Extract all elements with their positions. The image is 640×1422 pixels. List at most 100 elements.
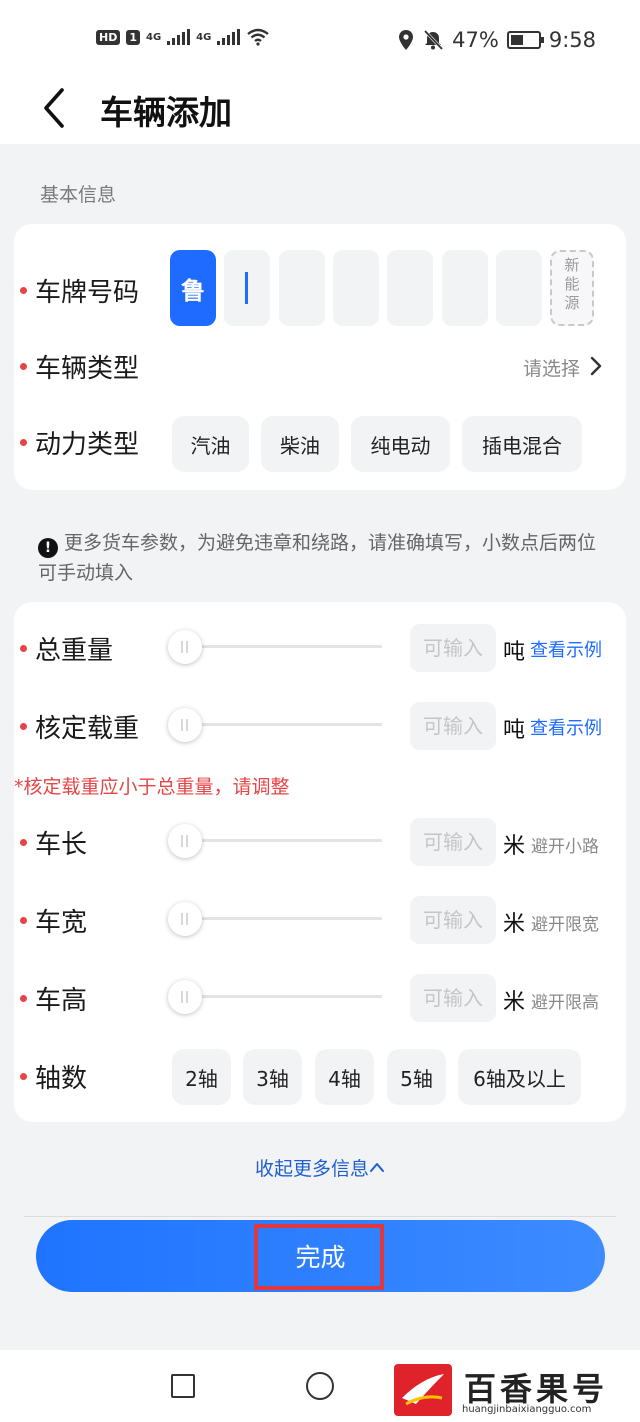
width-hint: 避开限宽: [531, 915, 599, 935]
required-dot: [20, 363, 27, 370]
vehicle-type-label: 车辆类型: [20, 348, 139, 385]
plate-province-text: 鲁: [181, 276, 205, 305]
collapse-more-info-link[interactable]: 收起更多信息: [0, 1154, 640, 1181]
mute-bell-icon: [424, 29, 444, 51]
plate-label-text: 车牌号码: [35, 278, 140, 308]
power-option-plugin-hybrid[interactable]: 插电混合: [462, 416, 582, 472]
plate-new-energy-slot[interactable]: 新能源: [550, 250, 594, 326]
wifi-icon: [247, 28, 270, 46]
axle-option-4[interactable]: 4轴: [315, 1049, 374, 1105]
total-weight-label-text: 总重量: [35, 636, 114, 666]
height-label-text: 车高: [35, 986, 88, 1016]
height-unit: 米: [503, 990, 526, 1015]
divider: [24, 1216, 616, 1217]
plate-char-slot-5[interactable]: [442, 250, 488, 326]
plate-province-button[interactable]: 鲁: [170, 250, 216, 326]
done-button[interactable]: 完成: [36, 1220, 605, 1292]
recent-apps-square-icon[interactable]: [171, 1374, 195, 1398]
text-cursor: [245, 272, 248, 304]
axle-option-2[interactable]: 2轴: [172, 1049, 231, 1105]
rated-load-error-message: *核定载重应小于总重量，请调整: [14, 776, 290, 798]
basic-info-card: 车牌号码 鲁 新能源 车辆类型 请选择 动力类型 汽油 柴油 纯电动 插电混合: [14, 224, 626, 490]
plate-char-slot-4[interactable]: [387, 250, 433, 326]
rated-load-unit: 吨: [503, 718, 526, 743]
new-energy-text: 新能源: [564, 256, 580, 312]
battery-percent: 47%: [452, 28, 499, 52]
required-dot: [20, 723, 27, 730]
total-weight-unit: 吨: [503, 640, 526, 665]
vehicle-type-label-text: 车辆类型: [35, 354, 140, 384]
sim-badge: 1: [126, 29, 140, 45]
exclamation-icon: !: [38, 538, 58, 558]
watermark-logo-icon: [394, 1364, 452, 1416]
hd-badge: HD: [96, 29, 121, 45]
power-option-diesel[interactable]: 柴油: [261, 416, 339, 472]
required-dot: [20, 839, 27, 846]
watermark: 百香果号 huangjinbaixiangguo.com: [394, 1364, 640, 1422]
vehicle-type-select[interactable]: 请选择: [523, 354, 580, 381]
width-label: 车宽: [20, 902, 87, 939]
network-label-2: 4G: [196, 31, 212, 43]
signal-icon: [217, 29, 241, 45]
length-label-text: 车长: [35, 830, 88, 860]
required-dot: [20, 917, 27, 924]
notice-text: 更多货车参数，为避免违章和绕路，请准确填写，小数点后两位可手动填入: [38, 532, 597, 584]
chevron-up-icon: [370, 1163, 384, 1172]
axle-option-3[interactable]: 3轴: [243, 1049, 302, 1105]
signal-icon: [167, 29, 191, 45]
length-slider-thumb[interactable]: [168, 824, 202, 858]
axle-option-6-plus[interactable]: 6轴及以上: [458, 1049, 581, 1105]
axles-label-text: 轴数: [35, 1064, 88, 1094]
power-option-electric[interactable]: 纯电动: [351, 416, 450, 472]
plate-label: 车牌号码: [20, 272, 139, 309]
length-unit: 米: [503, 834, 526, 859]
required-dot: [20, 287, 27, 294]
length-label: 车长: [20, 824, 87, 861]
length-input[interactable]: [410, 818, 496, 866]
rated-load-label-text: 核定载重: [35, 714, 140, 744]
rated-load-slider-thumb[interactable]: [168, 708, 202, 742]
required-dot: [20, 645, 27, 652]
total-weight-label: 总重量: [20, 630, 113, 667]
required-dot: [20, 439, 27, 446]
width-input[interactable]: [410, 896, 496, 944]
watermark-url: huangjinbaixiangguo.com: [462, 1404, 592, 1415]
height-slider-thumb[interactable]: [168, 980, 202, 1014]
height-input[interactable]: [410, 974, 496, 1022]
network-label-1: 4G: [146, 31, 162, 43]
plate-char-slot-6[interactable]: [496, 250, 542, 326]
total-weight-input[interactable]: [410, 624, 496, 672]
required-dot: [20, 995, 27, 1002]
page-title: 车辆添加: [100, 93, 232, 132]
status-left: HD 1 4G 4G: [96, 28, 270, 46]
height-label: 车高: [20, 980, 87, 1017]
home-circle-icon[interactable]: [306, 1372, 334, 1400]
power-type-label-text: 动力类型: [35, 430, 140, 460]
total-weight-example-link[interactable]: 查看示例: [530, 636, 602, 662]
required-dot: [20, 1073, 27, 1080]
length-hint: 避开小路: [531, 837, 599, 857]
location-icon: [399, 30, 414, 50]
back-arrow-icon[interactable]: [36, 84, 76, 132]
plate-char-slot-2[interactable]: [279, 250, 325, 326]
width-slider-thumb[interactable]: [168, 902, 202, 936]
total-weight-slider-thumb[interactable]: [168, 630, 202, 664]
power-option-gasoline[interactable]: 汽油: [172, 416, 249, 472]
status-right: 47% 9:58: [398, 28, 596, 52]
axles-label: 轴数: [20, 1058, 87, 1095]
rated-load-example-link[interactable]: 查看示例: [530, 714, 602, 740]
battery-icon: [506, 31, 544, 49]
section-title-basic-info: 基本信息: [40, 184, 117, 206]
plate-char-slot-3[interactable]: [333, 250, 379, 326]
clock: 9:58: [548, 28, 596, 52]
axle-option-5[interactable]: 5轴: [387, 1049, 446, 1105]
rated-load-label: 核定载重: [20, 708, 139, 745]
chevron-right-icon[interactable]: [588, 352, 604, 380]
collapse-link-text: 收起更多信息: [254, 1158, 369, 1180]
plate-char-slot-1[interactable]: [224, 250, 270, 326]
power-type-label: 动力类型: [20, 424, 139, 461]
rated-load-input[interactable]: [410, 702, 496, 750]
truck-params-notice: ! 更多货车参数，为避免违章和绕路，请准确填写，小数点后两位可手动填入: [38, 528, 608, 588]
truck-params-card: [14, 602, 626, 1122]
width-unit: 米: [503, 912, 526, 937]
